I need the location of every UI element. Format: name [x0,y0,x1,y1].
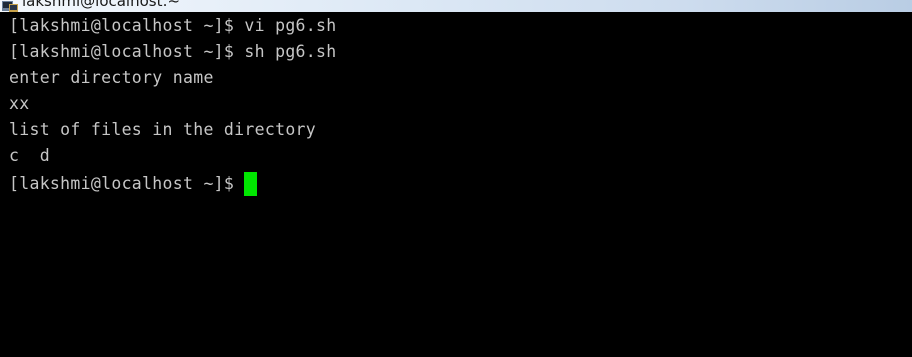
terminal-line: [lakshmi@localhost ~]$ vi pg6.sh [9,16,337,35]
prompt-line: [lakshmi@localhost ~]$ [9,172,258,196]
text-cursor [244,172,258,196]
terminal-line: xx [9,94,30,113]
putty-terminal-icon [2,1,18,12]
terminal-line: [lakshmi@localhost ~]$ sh pg6.sh [9,42,337,61]
shell-prompt: [lakshmi@localhost ~]$ [9,174,245,193]
title-bar[interactable]: lakshmi@localhost:~ [0,0,912,12]
terminal-output[interactable]: [lakshmi@localhost ~]$ vi pg6.sh [lakshm… [0,12,912,357]
terminal-line: c d [9,146,50,165]
terminal-window: lakshmi@localhost:~ [lakshmi@localhost ~… [0,0,912,357]
terminal-line: enter directory name [9,68,214,87]
window-title: lakshmi@localhost:~ [22,0,181,10]
terminal-line: list of files in the directory [9,120,317,139]
